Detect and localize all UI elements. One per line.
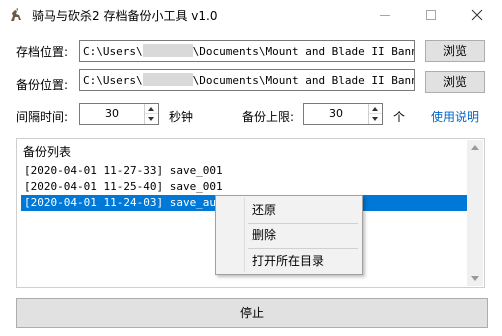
list-item[interactable]: [2020-04-01 11-25-40] save_001 [21,179,468,195]
title-bar: 骑马与砍杀2 存档备份小工具 v1.0 [0,0,502,30]
limit-value: 30 [329,107,343,120]
backup-path-input[interactable]: C:\Users\ \Documents\Mount and Blade II B… [79,69,415,91]
interval-unit: 秒钟 [169,110,194,124]
menu-item-open-folder[interactable]: 打开所在目录 [218,250,360,272]
limit-unit: 个 [393,110,406,124]
interval-increment-button[interactable] [145,104,158,114]
minimize-icon [380,15,390,16]
limit-increment-button[interactable] [369,104,382,114]
backup-list-title: 备份列表 [23,145,72,159]
help-link[interactable]: 使用说明 [431,108,479,125]
list-item[interactable]: [2020-04-01 11-27-33] save_001 [21,163,468,179]
interval-spinner[interactable]: 30 [79,103,159,125]
limit-spinner[interactable]: 30 [303,103,383,125]
maximize-button[interactable] [408,0,454,30]
close-button[interactable] [454,0,500,30]
save-path-browse-button[interactable]: 浏览 [425,40,485,62]
save-path-prefix: C:\Users\ [83,45,143,58]
limit-label: 备份上限: [242,110,295,124]
save-path-label: 存档位置: [16,45,69,59]
list-scrollbar[interactable] [467,140,483,286]
scroll-down-icon [471,276,479,281]
minimize-button[interactable] [362,0,408,30]
backup-path-suffix: \Documents\Mount and Blade II Bannerlord… [192,74,414,87]
backup-path-prefix: C:\Users\ [83,74,143,87]
scroll-up-icon [471,145,479,150]
limit-decrement-button[interactable] [369,114,382,124]
app-window: 骑马与砍杀2 存档备份小工具 v1.0 存档位置: C:\Users\ \Docu… [0,0,502,336]
menu-item-delete[interactable]: 删除 [218,224,360,246]
save-path-suffix: \Documents\Mount and Blade II Bannerlord… [192,45,414,58]
context-menu: 还原 删除 打开所在目录 [215,195,363,275]
menu-separator [248,248,358,249]
menu-item-restore[interactable]: 还原 [218,199,360,221]
interval-label: 间隔时间: [16,110,69,124]
window-title: 骑马与砍杀2 存档备份小工具 v1.0 [32,9,218,23]
stop-button[interactable]: 停止 [16,298,488,328]
maximize-icon [426,10,436,20]
save-path-input[interactable]: C:\Users\ \Documents\Mount and Blade II B… [79,40,415,62]
horse-rider-icon [11,8,21,21]
backup-path-label: 备份位置: [16,78,69,92]
redacted-username [142,73,193,86]
close-icon [471,9,483,21]
backup-path-browse-button[interactable]: 浏览 [425,71,485,93]
interval-value: 30 [105,107,119,120]
redacted-username [142,44,193,57]
interval-decrement-button[interactable] [145,114,158,124]
